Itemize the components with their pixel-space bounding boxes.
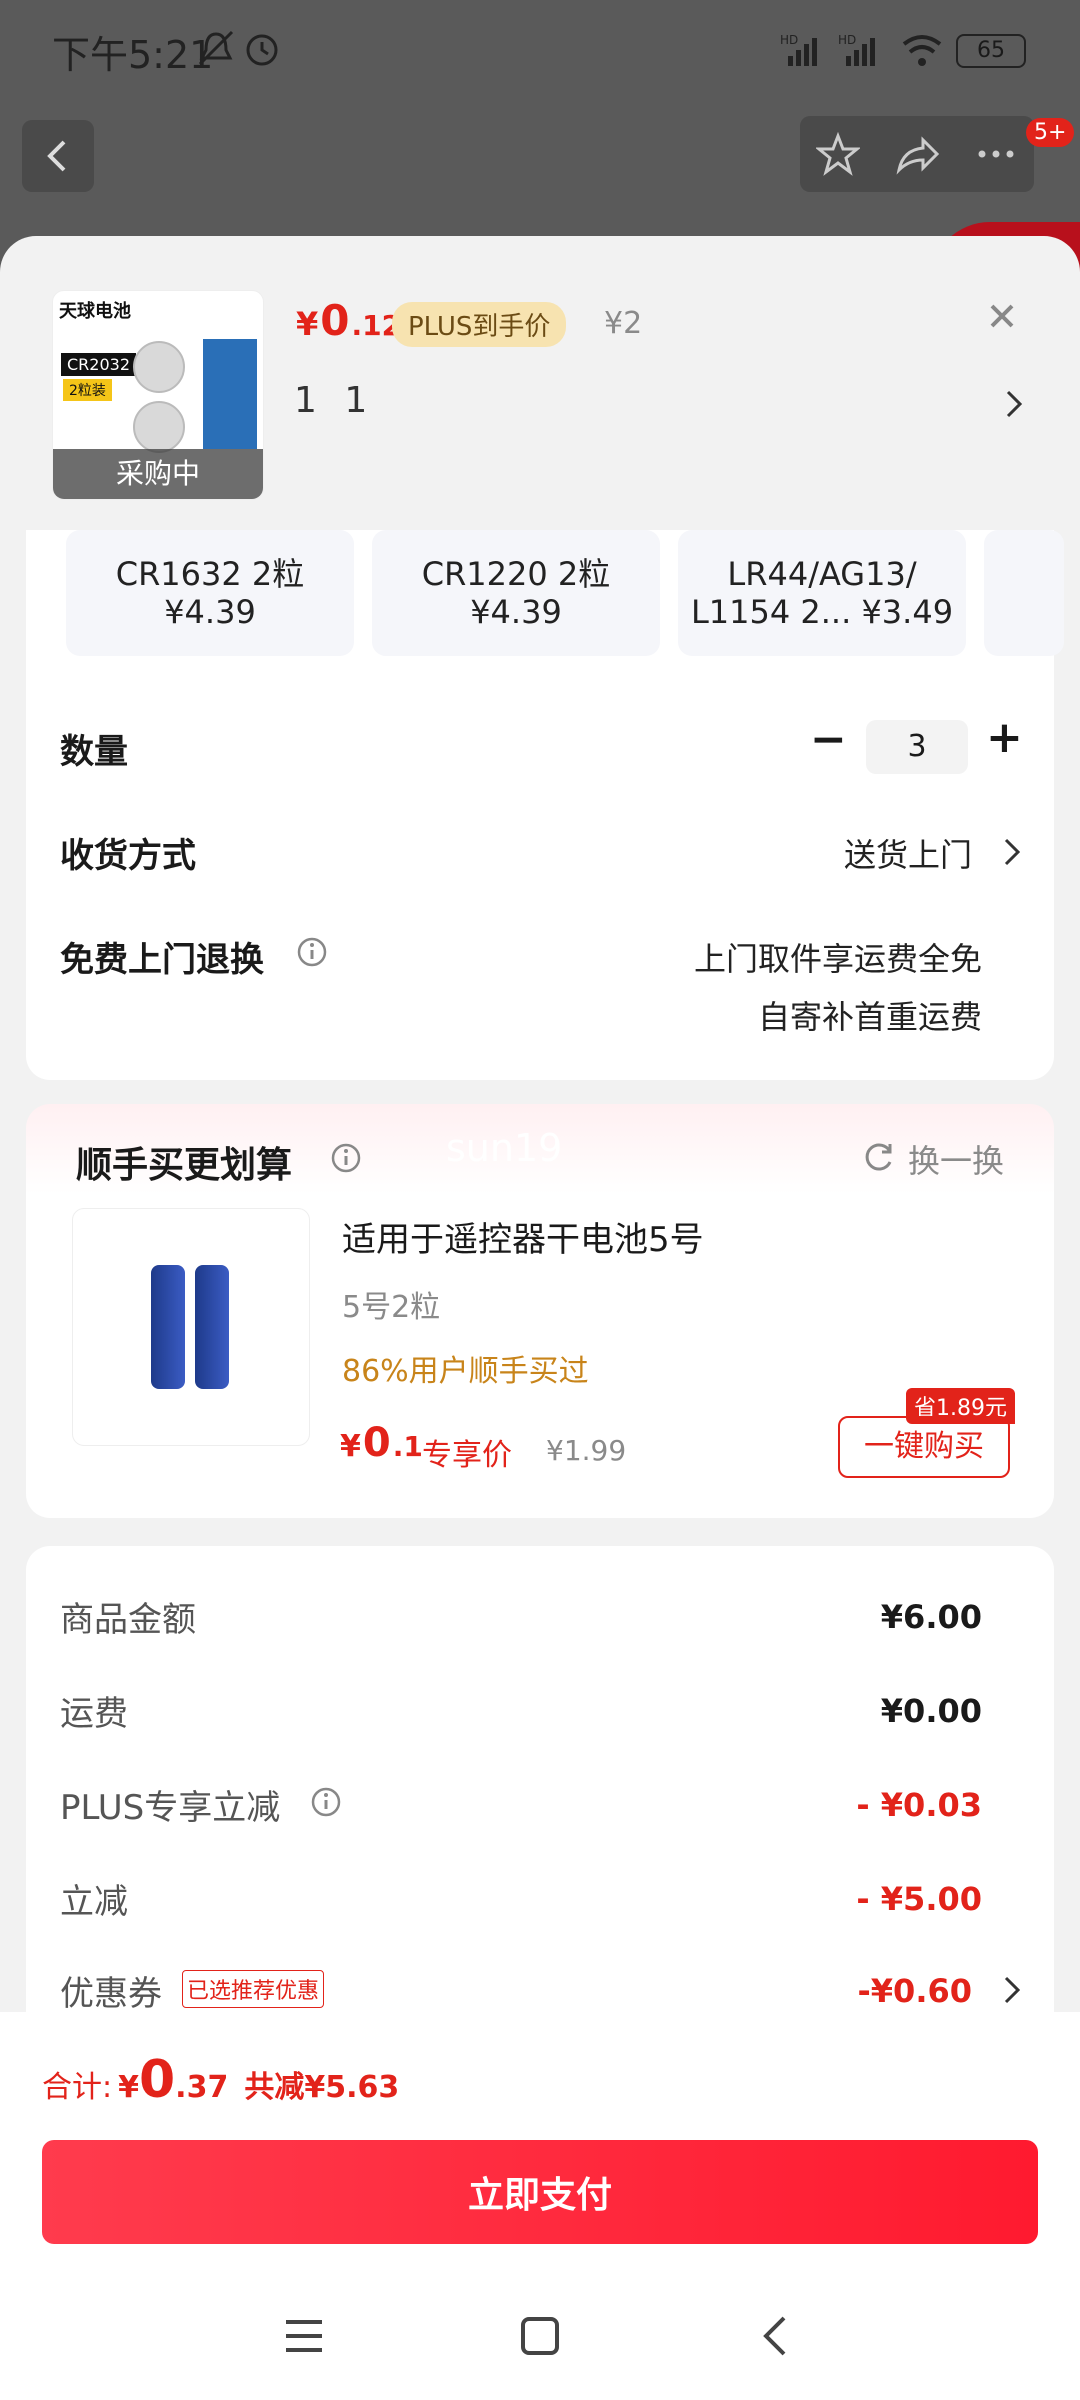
- battery-package-image: [203, 339, 257, 449]
- back-button[interactable]: [22, 120, 94, 192]
- product-thumbnail[interactable]: 天球电池 CR2032 2粒装 采购中: [52, 290, 264, 500]
- addon-product-title[interactable]: 适用于遥控器干电池5号: [342, 1212, 704, 1261]
- return-line-2: 自寄补首重运费: [757, 998, 982, 1036]
- menu-icon[interactable]: [282, 2316, 326, 2356]
- total-decimal: .37: [175, 2070, 229, 2105]
- summary-label: 立减: [60, 1882, 128, 1922]
- notification-badge: 5+: [1026, 118, 1075, 147]
- total-saved: 共减¥5.63: [244, 2070, 400, 2105]
- price-integer: 0: [362, 1420, 391, 1466]
- original-price: ¥2: [604, 306, 643, 341]
- spec-option[interactable]: LR44/AG13/L1154 2... ¥3.49: [678, 530, 966, 656]
- aa-battery-image: [151, 1265, 185, 1389]
- refresh-button[interactable]: 换一换: [908, 1136, 1004, 1182]
- chevron-right-icon[interactable]: [1000, 386, 1030, 422]
- back-icon[interactable]: [756, 2314, 796, 2358]
- aa-battery-image: [195, 1265, 229, 1389]
- summary-label: 商品金额: [60, 1600, 196, 1640]
- spec-option-partial[interactable]: [984, 530, 1064, 656]
- status-bar: 下午5:21 HD HD 65: [0, 0, 1080, 100]
- addon-price: ¥ 0 .1: [340, 1420, 423, 1466]
- summary-label: PLUS专享立减: [60, 1788, 281, 1828]
- quantity-plus-button[interactable]: +: [986, 712, 1023, 763]
- quantity-input[interactable]: 3: [866, 720, 968, 774]
- price-integer: 0: [320, 296, 350, 345]
- addon-original-price: ¥1.99: [546, 1434, 627, 1467]
- close-icon[interactable]: [982, 296, 1022, 336]
- info-icon[interactable]: [310, 1786, 342, 1818]
- delivery-label: 收货方式: [60, 836, 196, 876]
- price-decimal: .1: [392, 1430, 423, 1463]
- brand-logo: 天球电池: [59, 301, 131, 322]
- coin-battery-image: [133, 341, 185, 393]
- spec-option[interactable]: CR1632 2粒 ¥4.39: [66, 530, 354, 656]
- coin-battery-image: [133, 401, 185, 453]
- more-icon[interactable]: [974, 132, 1018, 176]
- currency-symbol: ¥: [296, 305, 319, 343]
- wifi-icon: [902, 35, 942, 66]
- total-label: 合计:: [42, 2070, 113, 2105]
- share-icon[interactable]: [893, 132, 941, 176]
- summary-value: ¥0.00: [880, 1692, 982, 1730]
- refresh-icon[interactable]: [862, 1140, 896, 1174]
- currency-symbol: ¥: [340, 1429, 361, 1464]
- summary-value[interactable]: -¥0.60: [858, 1972, 973, 2010]
- addon-spec: 5号2粒: [342, 1290, 441, 1325]
- info-icon[interactable]: [296, 936, 328, 968]
- purchasing-label: 采购中: [53, 449, 263, 499]
- spec-name: CR1220 2粒: [421, 555, 611, 593]
- spec-name: CR1632 2粒: [115, 555, 305, 593]
- summary-value: - ¥0.03: [856, 1786, 982, 1824]
- coupon-tag: 已选推荐优惠: [182, 1970, 325, 2008]
- system-nav-bar: [0, 2270, 1080, 2400]
- alarm-icon: [246, 34, 278, 66]
- currency-symbol: ¥: [118, 2070, 139, 2105]
- addon-price-tag: 专享价: [422, 1438, 512, 1473]
- summary-label: 优惠券: [60, 1974, 162, 2014]
- summary-value: - ¥5.00: [856, 1880, 982, 1918]
- spec-price: ¥4.39: [164, 593, 256, 631]
- svg-text:HD: HD: [838, 33, 856, 47]
- spec-price: ¥4.39: [470, 593, 562, 631]
- spec-option[interactable]: CR1220 2粒 ¥4.39: [372, 530, 660, 656]
- svg-text:HD: HD: [780, 33, 798, 47]
- battery-indicator: 65: [956, 34, 1026, 68]
- product-price: ¥ 0 .12: [296, 296, 401, 345]
- info-icon[interactable]: [330, 1142, 362, 1174]
- star-icon[interactable]: [816, 132, 861, 176]
- spec-options-row: CR1632 2粒 ¥4.39 CR1220 2粒 ¥4.39 LR44/AG13/…: [0, 530, 1080, 670]
- watermark: sun19: [446, 1126, 563, 1170]
- status-time: 下午5:21: [52, 33, 214, 77]
- one-click-buy-button[interactable]: 一键购买: [838, 1416, 1010, 1478]
- delivery-value[interactable]: 送货上门: [844, 830, 972, 876]
- pay-now-button[interactable]: 立即支付: [42, 2140, 1038, 2244]
- spec-price: L1154 2... ¥3.49: [690, 593, 954, 631]
- chevron-left-icon: [47, 140, 66, 172]
- chevron-right-icon[interactable]: [998, 834, 1028, 870]
- model-label: CR2032: [61, 353, 137, 376]
- mute-icon: [198, 30, 234, 66]
- addon-product-image[interactable]: [72, 1208, 310, 1446]
- total-integer: 0: [138, 2050, 176, 2110]
- chevron-right-icon[interactable]: [998, 1972, 1028, 2008]
- page-actions: [800, 116, 1034, 192]
- signal-icon: HD HD: [780, 33, 875, 66]
- addon-title: 顺手买更划算: [76, 1145, 293, 1186]
- summary-label: 运费: [60, 1694, 128, 1734]
- total-summary: 合计: ¥ 0 .37 共减¥5.63: [42, 2050, 399, 2110]
- pack-label: 2粒装: [63, 379, 112, 401]
- quantity-minus-button[interactable]: −: [810, 714, 847, 765]
- addon-social-proof: 86%用户顺手买过: [342, 1354, 589, 1389]
- return-info: 上门取件享运费全免 自寄补首重运费: [694, 930, 982, 1046]
- selected-spec[interactable]: 1 1: [294, 380, 375, 421]
- plus-price-tag: PLUS到手价: [392, 302, 567, 347]
- return-label: 免费上门退换: [60, 940, 264, 980]
- spec-name: LR44/AG13/: [727, 555, 917, 593]
- home-icon[interactable]: [518, 2314, 562, 2358]
- summary-value: ¥6.00: [880, 1598, 982, 1636]
- return-line-1: 上门取件享运费全免: [693, 940, 982, 978]
- quantity-label: 数量: [60, 732, 128, 772]
